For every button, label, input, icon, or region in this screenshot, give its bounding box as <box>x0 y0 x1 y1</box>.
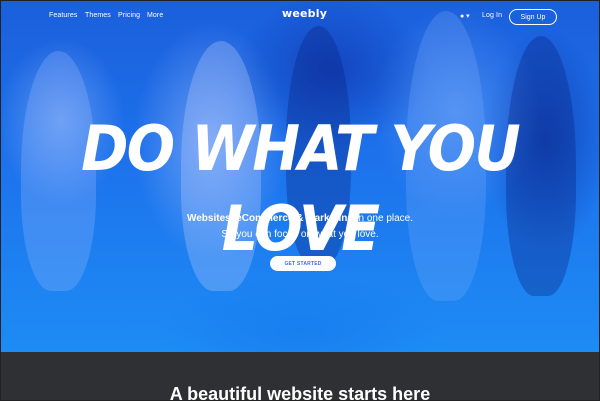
get-started-label: GET STARTED <box>284 260 322 267</box>
hero-subheading-rest: in one place. <box>353 213 414 224</box>
hero-subheading-bold: Websites, eCommerce & Marketing <box>186 213 354 224</box>
section-title: A beautiful website starts here <box>169 384 431 401</box>
globe-icon[interactable]: ● ▾ <box>460 12 470 20</box>
signup-button-label: Sign Up <box>520 13 546 21</box>
get-started-button[interactable]: GET STARTED <box>270 256 336 271</box>
nav-link-pricing[interactable]: Pricing <box>118 12 140 19</box>
weebly-logo[interactable]: weebly <box>282 7 327 20</box>
login-link[interactable]: Log In <box>482 12 502 19</box>
nav-link-themes[interactable]: Themes <box>85 12 111 19</box>
signup-button[interactable]: Sign Up <box>509 9 557 25</box>
hero-headline: DO WHAT YOU LOVE <box>81 112 520 265</box>
nav-link-features[interactable]: Features <box>49 12 77 19</box>
nav-link-more[interactable]: More <box>147 12 163 19</box>
hero-section: Features Themes Pricing More weebly ● ▾ … <box>1 1 599 352</box>
page-frame: Features Themes Pricing More weebly ● ▾ … <box>0 0 600 401</box>
hero-subheading: Websites, eCommerce & Marketing in one p… <box>1 213 599 224</box>
hero-tagline: So you can focus on what you love. <box>221 229 379 240</box>
intro-section: A beautiful website starts here <box>1 352 599 400</box>
top-nav: Features Themes Pricing More weebly ● ▾ … <box>1 1 599 31</box>
